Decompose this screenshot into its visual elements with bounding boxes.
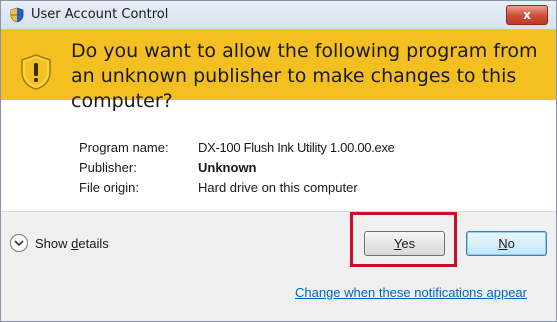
file-origin-label: File origin: [79, 179, 139, 195]
title-bar: User Account Control x [1, 1, 556, 30]
dialog-footer: Show details Yes No Change when these no… [1, 211, 556, 321]
window-title: User Account Control [31, 7, 169, 22]
program-name-value: DX-100 Flush Ink Utility 1.00.00.exe [198, 139, 395, 155]
program-details: Program name: DX-100 Flush Ink Utility 1… [79, 137, 395, 197]
show-details-suffix: etails [78, 235, 109, 251]
no-button[interactable]: No [466, 231, 547, 256]
uac-dialog: User Account Control x Do you want to al… [0, 0, 557, 322]
uac-prompt-text: Do you want to allow the following progr… [71, 40, 538, 112]
change-notifications-link[interactable]: Change when these notifications appear [295, 285, 527, 300]
close-icon: x [523, 8, 531, 22]
no-rest: o [507, 236, 515, 251]
program-name-label: Program name: [79, 139, 169, 155]
warning-shield-icon [21, 54, 51, 90]
yes-rest: es [401, 236, 416, 251]
yes-button[interactable]: Yes [364, 231, 445, 256]
show-details-toggle[interactable]: Show details [10, 233, 109, 253]
chevron-down-icon [10, 234, 28, 252]
show-details-label: Show details [35, 236, 109, 251]
program-name-row: Program name: DX-100 Flush Ink Utility 1… [79, 137, 395, 157]
no-accel: N [498, 236, 508, 251]
shield-icon [10, 7, 24, 23]
close-button[interactable]: x [506, 5, 548, 25]
publisher-value: Unknown [198, 159, 257, 175]
file-origin-value: Hard drive on this computer [198, 179, 358, 195]
publisher-row: Publisher: Unknown [79, 157, 395, 177]
warning-header: Do you want to allow the following progr… [1, 30, 556, 112]
show-details-prefix: Show [35, 235, 72, 251]
publisher-label: Publisher: [79, 159, 137, 175]
file-origin-row: File origin: Hard drive on this computer [79, 177, 395, 197]
